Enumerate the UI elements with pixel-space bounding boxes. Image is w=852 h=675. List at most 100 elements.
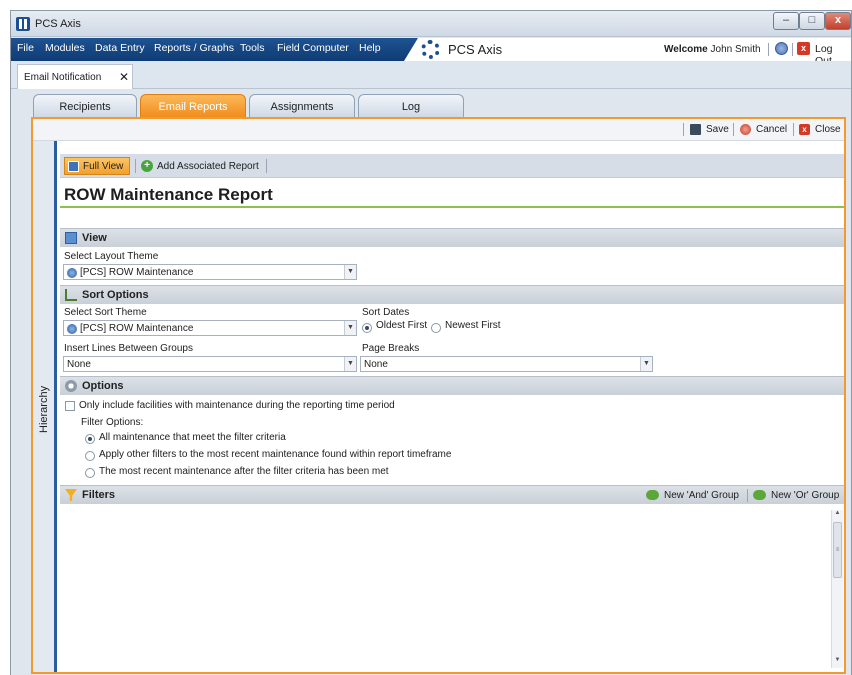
tab-assignments[interactable]: Assignments	[249, 94, 355, 118]
cancel-button[interactable]: Cancel	[756, 124, 787, 135]
tab-email-reports[interactable]: Email Reports	[140, 94, 246, 118]
window-title: PCS Axis	[35, 18, 81, 30]
tab-recipients[interactable]: Recipients	[33, 94, 137, 118]
filter-icon	[65, 489, 77, 501]
insert-lines-value: None	[67, 359, 91, 370]
newest-first-label: Newest First	[445, 320, 501, 331]
layout-theme-label: Select Layout Theme	[64, 251, 159, 262]
filter-option-apply-label: Apply other filters to the most recent m…	[99, 449, 452, 460]
app-logo-icon	[16, 17, 30, 31]
options-section-title: Options	[82, 380, 124, 392]
brand-name: PCS Axis	[448, 42, 503, 57]
divider	[768, 43, 769, 56]
divider	[135, 159, 136, 173]
only-include-checkbox[interactable]	[65, 401, 75, 411]
menu-data-entry[interactable]: Data Entry	[95, 42, 145, 54]
hierarchy-panel-toggle[interactable]: Hierarchy	[33, 141, 57, 672]
sort-theme-label: Select Sort Theme	[64, 307, 147, 318]
add-associated-report-button[interactable]: Add Associated Report	[157, 161, 259, 172]
filter-option-all-radio[interactable]	[85, 434, 95, 444]
title-bar: PCS Axis – □ x	[11, 11, 851, 37]
report-toolbar: Full View + Add Associated Report	[60, 154, 844, 178]
sort-options-section-header[interactable]: Sort Options	[60, 285, 844, 304]
divider	[266, 159, 267, 173]
menu-tools[interactable]: Tools	[240, 42, 265, 54]
scroll-down-arrow[interactable]: ▼	[832, 657, 843, 667]
view-section-header[interactable]: View	[60, 228, 844, 247]
filter-option-apply-radio[interactable]	[85, 451, 95, 461]
maximize-button[interactable]: □	[799, 12, 825, 30]
scroll-thumb[interactable]: ≡	[833, 522, 842, 578]
filter-option-recent-radio[interactable]	[85, 468, 95, 478]
logout-icon[interactable]: x	[797, 42, 810, 55]
globe-icon	[67, 268, 77, 278]
filters-list-area[interactable]: ▲ ≡ ▼	[60, 505, 844, 672]
insert-lines-dropdown[interactable]: None ▼	[63, 356, 357, 372]
menu-field-computer[interactable]: Field Computer	[277, 42, 349, 54]
close-window-button[interactable]: x	[825, 12, 851, 30]
menu-file[interactable]: File	[17, 42, 34, 54]
options-section-header[interactable]: Options	[60, 376, 844, 395]
user-name: John Smith	[710, 44, 761, 55]
action-toolbar: Save Cancel x Close	[33, 119, 844, 141]
minimize-button[interactable]: –	[773, 12, 799, 30]
main-panel: Recipients Email Reports Assignments Log…	[11, 89, 851, 675]
globe-icon	[67, 324, 77, 334]
save-button[interactable]: Save	[706, 124, 729, 135]
report-editor: Full View + Add Associated Report ROW Ma…	[60, 154, 844, 672]
vertical-scrollbar[interactable]: ▲ ≡ ▼	[831, 510, 843, 668]
sort-theme-value: [PCS] ROW Maintenance	[80, 323, 194, 334]
cancel-icon[interactable]	[740, 124, 751, 135]
close-tab-icon[interactable]: ✕	[119, 70, 129, 84]
close-icon[interactable]: x	[799, 124, 810, 135]
welcome-text: Welcome John Smith	[664, 44, 761, 55]
oldest-first-radio[interactable]	[362, 323, 372, 333]
chevron-down-icon[interactable]: ▼	[344, 321, 356, 335]
sort-theme-dropdown[interactable]: [PCS] ROW Maintenance ▼	[63, 320, 357, 336]
filter-option-recent-label: The most recent maintenance after the fi…	[99, 466, 389, 477]
layout-theme-dropdown[interactable]: [PCS] ROW Maintenance ▼	[63, 264, 357, 280]
or-group-icon[interactable]	[753, 490, 766, 500]
sort-icon	[65, 289, 77, 301]
chevron-down-icon[interactable]: ▼	[344, 357, 356, 371]
layout-theme-value: [PCS] ROW Maintenance	[80, 267, 194, 278]
welcome-label: Welcome	[664, 44, 708, 55]
document-tab-label: Email Notification	[24, 72, 102, 83]
divider	[792, 43, 793, 56]
filters-section-title: Filters	[82, 489, 116, 501]
hierarchy-label: Hierarchy	[38, 385, 50, 433]
newest-first-radio[interactable]	[431, 323, 441, 333]
sort-dates-label: Sort Dates	[362, 307, 410, 318]
menu-reports-graphs[interactable]: Reports / Graphs	[154, 42, 234, 54]
new-or-group-button[interactable]: New 'Or' Group	[771, 490, 839, 501]
document-tab-email-notification[interactable]: Email Notification ✕	[17, 64, 133, 90]
divider	[747, 489, 748, 502]
menu-modules[interactable]: Modules	[45, 42, 85, 54]
sort-options-section-title: Sort Options	[82, 289, 149, 301]
report-title: ROW Maintenance Report	[64, 185, 273, 204]
full-view-icon	[68, 161, 79, 172]
help-icon[interactable]	[775, 42, 788, 55]
email-reports-panel: Save Cancel x Close Hierarchy Full View	[31, 117, 846, 674]
close-button[interactable]: Close	[815, 124, 841, 135]
collapse-icon[interactable]	[65, 380, 77, 392]
page-breaks-label: Page Breaks	[362, 343, 420, 354]
scroll-up-arrow[interactable]: ▲	[832, 510, 843, 520]
save-icon[interactable]	[690, 124, 701, 135]
filter-option-all-label: All maintenance that meet the filter cri…	[99, 432, 286, 443]
page-breaks-value: None	[364, 359, 388, 370]
and-group-icon[interactable]	[646, 490, 659, 500]
insert-lines-label: Insert Lines Between Groups	[64, 343, 193, 354]
chevron-down-icon[interactable]: ▼	[640, 357, 652, 371]
new-and-group-button[interactable]: New 'And' Group	[664, 490, 739, 501]
filters-section-header: Filters New 'And' Group New 'Or' Group	[60, 485, 844, 504]
menu-bar: File Modules Data Entry Reports / Graphs…	[11, 38, 851, 67]
divider	[683, 123, 684, 136]
menu-help[interactable]: Help	[359, 42, 381, 54]
tab-log[interactable]: Log	[358, 94, 464, 118]
divider	[733, 123, 734, 136]
add-icon[interactable]: +	[141, 160, 153, 172]
full-view-button[interactable]: Full View	[64, 157, 130, 175]
chevron-down-icon[interactable]: ▼	[344, 265, 356, 279]
page-breaks-dropdown[interactable]: None ▼	[360, 356, 653, 372]
